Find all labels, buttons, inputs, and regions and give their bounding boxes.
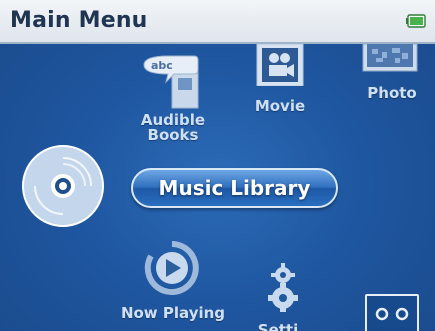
movie-icon bbox=[256, 44, 304, 86]
cd-icon bbox=[22, 145, 104, 227]
dual-circle-icon bbox=[375, 307, 409, 321]
movie-label: Movie bbox=[254, 97, 306, 115]
play-icon bbox=[144, 241, 199, 295]
page-title: Main Menu bbox=[10, 8, 148, 33]
corner-button[interactable] bbox=[365, 294, 419, 331]
settings-label: Setti bbox=[257, 321, 299, 331]
audible-books-label-line2: Books bbox=[147, 126, 199, 144]
battery-icon bbox=[406, 14, 426, 28]
gear-icon bbox=[268, 263, 298, 312]
audible-books-icon: abc bbox=[143, 55, 199, 109]
music-library-label: Music Library bbox=[158, 176, 311, 200]
main-menu-screen: Main Menu abc Audible Books Movie Photo … bbox=[0, 0, 435, 331]
photo-label: Photo bbox=[367, 84, 417, 102]
title-bar: Main Menu bbox=[0, 0, 435, 44]
svg-text:abc: abc bbox=[151, 59, 173, 72]
now-playing-label: Now Playing bbox=[120, 304, 226, 322]
music-library-button[interactable]: Music Library bbox=[131, 168, 338, 208]
photo-icon bbox=[362, 44, 418, 72]
